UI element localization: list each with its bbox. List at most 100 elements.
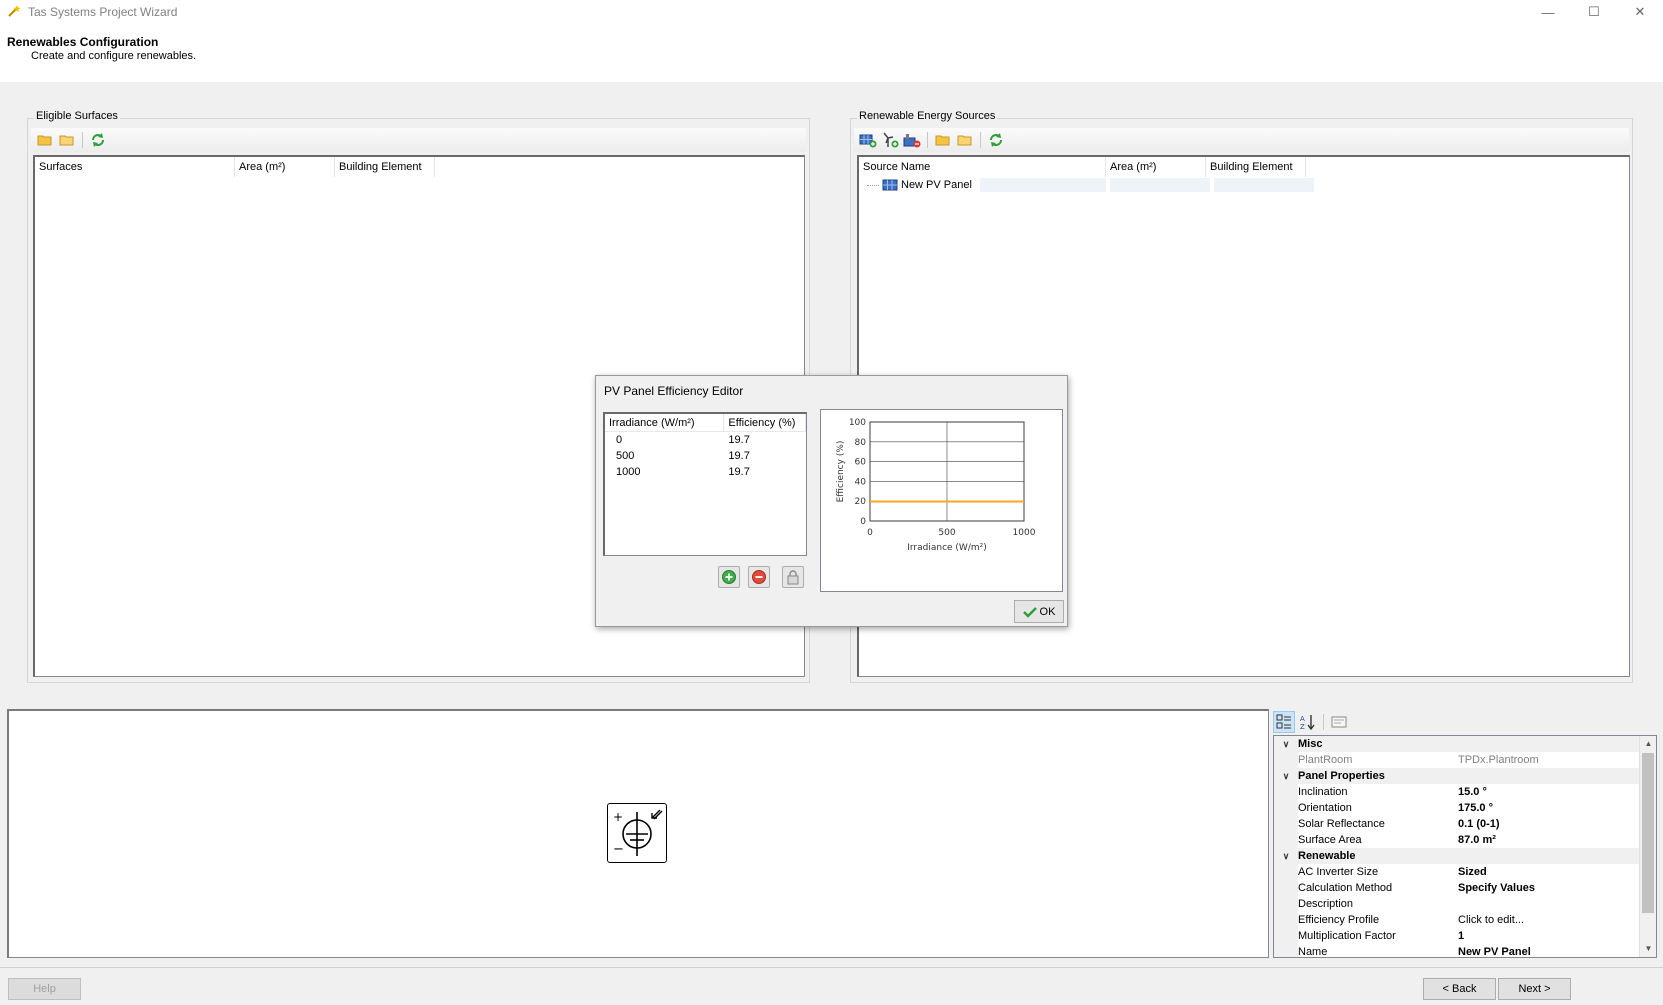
property-row-name[interactable]: Name New PV Panel <box>1274 944 1656 957</box>
list-header: Source Name Area (m²) Building Element <box>859 157 1629 177</box>
property-value[interactable]: 0.1 (0-1) <box>1458 818 1500 830</box>
property-name: AC Inverter Size <box>1298 866 1379 878</box>
lock-button[interactable] <box>782 566 804 588</box>
property-row-multiplication-factor[interactable]: Multiplication Factor 1 <box>1274 928 1656 944</box>
property-row-surface-area[interactable]: Surface Area 87.0 m² <box>1274 832 1656 848</box>
chevron-down-icon[interactable]: ∨ <box>1274 851 1298 862</box>
svg-text:A: A <box>1300 715 1305 723</box>
x-tick-label: 0 <box>867 528 873 538</box>
maximize-button[interactable]: ☐ <box>1571 0 1617 24</box>
property-name: Surface Area <box>1298 834 1362 846</box>
folder-open-icon[interactable] <box>934 131 952 149</box>
category-renewable[interactable]: ∨ Renewable <box>1274 848 1656 864</box>
property-grid-toolbar: AZ <box>1273 710 1653 734</box>
eligible-surfaces-label: Eligible Surfaces <box>34 110 120 122</box>
refresh-icon[interactable] <box>89 131 107 149</box>
table-row[interactable]: 0 19.7 <box>605 432 806 448</box>
table-row[interactable]: 1000 19.7 <box>605 464 806 480</box>
add-row-button[interactable] <box>718 566 740 588</box>
column-header-irradiance[interactable]: Irradiance (W/m²) <box>605 413 725 432</box>
property-value[interactable]: Click to edit... <box>1458 914 1524 926</box>
property-value[interactable]: Specify Values <box>1458 882 1535 894</box>
folder-open-icon[interactable] <box>36 131 54 149</box>
efficiency-chart: 0 20 40 60 80 100 0 500 1000 Irradiance (W/m²) Eff… <box>820 409 1063 592</box>
property-value[interactable]: 1 <box>1458 930 1464 942</box>
schematic-canvas[interactable]: + − <box>7 709 1269 958</box>
property-name: Inclination <box>1298 786 1348 798</box>
efficiency-cell[interactable]: 19.7 <box>724 434 806 446</box>
toolbar-separator <box>82 132 83 148</box>
y-tick-label: 0 <box>860 517 866 527</box>
property-row-calculation-method[interactable]: Calculation Method Specify Values <box>1274 880 1656 896</box>
table-row[interactable]: 500 19.7 <box>605 448 806 464</box>
close-button[interactable]: ✕ <box>1617 0 1663 24</box>
source-name-cell: New PV Panel <box>859 178 1106 192</box>
column-header-source-name[interactable]: Source Name <box>859 157 1106 177</box>
property-row-ac-inverter-size[interactable]: AC Inverter Size Sized <box>1274 864 1656 880</box>
categorized-view-button[interactable] <box>1273 711 1295 733</box>
property-grid[interactable]: ∨ Misc PlantRoom TPDx.Plantroom ∨ Panel … <box>1273 735 1657 958</box>
back-button[interactable]: < Back <box>1423 978 1496 1000</box>
efficiency-cell[interactable]: 19.7 <box>724 450 806 462</box>
property-row-inclination[interactable]: Inclination 15.0 ° <box>1274 784 1656 800</box>
column-header-area[interactable]: Area (m²) <box>1106 157 1206 177</box>
column-header-surfaces[interactable]: Surfaces <box>35 157 235 177</box>
property-row-plantroom[interactable]: PlantRoom TPDx.Plantroom <box>1274 752 1656 768</box>
property-row-orientation[interactable]: Orientation 175.0 ° <box>1274 800 1656 816</box>
property-value[interactable]: 15.0 ° <box>1458 786 1487 798</box>
irradiance-cell[interactable]: 0 <box>605 434 724 446</box>
property-value[interactable]: 87.0 m² <box>1458 834 1496 846</box>
next-button[interactable]: Next > <box>1498 978 1571 1000</box>
irradiance-cell[interactable]: 1000 <box>605 466 724 478</box>
add-pv-panel-icon[interactable] <box>859 131 877 149</box>
irradiance-cell[interactable]: 500 <box>605 450 724 462</box>
remove-row-button[interactable] <box>748 566 770 588</box>
efficiency-table[interactable]: Irradiance (W/m²) Efficiency (%) 0 19.7 … <box>603 412 807 556</box>
add-chp-icon[interactable] <box>903 131 921 149</box>
property-row-solar-reflectance[interactable]: Solar Reflectance 0.1 (0-1) <box>1274 816 1656 832</box>
title-bar: Tas Systems Project Wizard — ☐ ✕ <box>0 0 1663 24</box>
eligible-surfaces-toolbar <box>31 128 806 152</box>
efficiency-cell[interactable]: 19.7 <box>724 466 806 478</box>
y-tick-label: 40 <box>855 477 867 487</box>
property-row-efficiency-profile[interactable]: Efficiency Profile Click to edit... <box>1274 912 1656 928</box>
category-misc[interactable]: ∨ Misc <box>1274 736 1656 752</box>
alphabetical-view-button[interactable]: AZ <box>1297 711 1319 733</box>
categorized-icon <box>1276 714 1291 729</box>
list-header: Surfaces Area (m²) Building Element <box>35 157 804 177</box>
ok-button[interactable]: OK <box>1014 600 1064 623</box>
column-header-area[interactable]: Area (m²) <box>235 157 335 177</box>
scroll-up-icon[interactable]: ▲ <box>1640 736 1656 752</box>
chevron-down-icon[interactable]: ∨ <box>1274 771 1298 782</box>
category-panel-properties[interactable]: ∨ Panel Properties <box>1274 768 1656 784</box>
property-value[interactable]: 175.0 ° <box>1458 802 1493 814</box>
property-value[interactable]: Sized <box>1458 866 1487 878</box>
property-name: Efficiency Profile <box>1298 914 1380 926</box>
column-header-building-element[interactable]: Building Element <box>335 157 435 177</box>
folder-icon[interactable] <box>956 131 974 149</box>
property-value[interactable]: New PV Panel <box>1458 946 1531 957</box>
property-grid-scrollbar[interactable]: ▲ ▼ <box>1639 736 1656 957</box>
refresh-icon[interactable] <box>987 131 1005 149</box>
chevron-down-icon[interactable]: ∨ <box>1274 739 1298 750</box>
svg-text:Z: Z <box>1300 723 1305 730</box>
add-icon <box>722 570 736 584</box>
add-wind-turbine-icon[interactable] <box>881 131 899 149</box>
sort-az-icon: AZ <box>1300 715 1315 730</box>
x-axis-label: Irradiance (W/m²) <box>907 543 987 553</box>
property-pages-button[interactable] <box>1328 711 1350 733</box>
scrollbar-thumb[interactable] <box>1642 753 1654 913</box>
remove-icon <box>752 570 766 584</box>
minimize-button[interactable]: — <box>1525 0 1571 24</box>
column-header-building-element[interactable]: Building Element <box>1206 157 1306 177</box>
y-tick-label: 60 <box>855 458 867 468</box>
svg-text:+: + <box>613 810 623 824</box>
scroll-down-icon[interactable]: ▼ <box>1640 941 1656 957</box>
pv-panel-symbol-icon[interactable]: + − <box>607 803 667 863</box>
help-button[interactable]: Help <box>8 978 81 1000</box>
list-item[interactable]: New PV Panel <box>859 177 1629 193</box>
property-value: TPDx.Plantroom <box>1458 754 1539 766</box>
property-row-description[interactable]: Description <box>1274 896 1656 912</box>
folder-icon[interactable] <box>58 131 76 149</box>
column-header-efficiency[interactable]: Efficiency (%) <box>724 413 806 432</box>
